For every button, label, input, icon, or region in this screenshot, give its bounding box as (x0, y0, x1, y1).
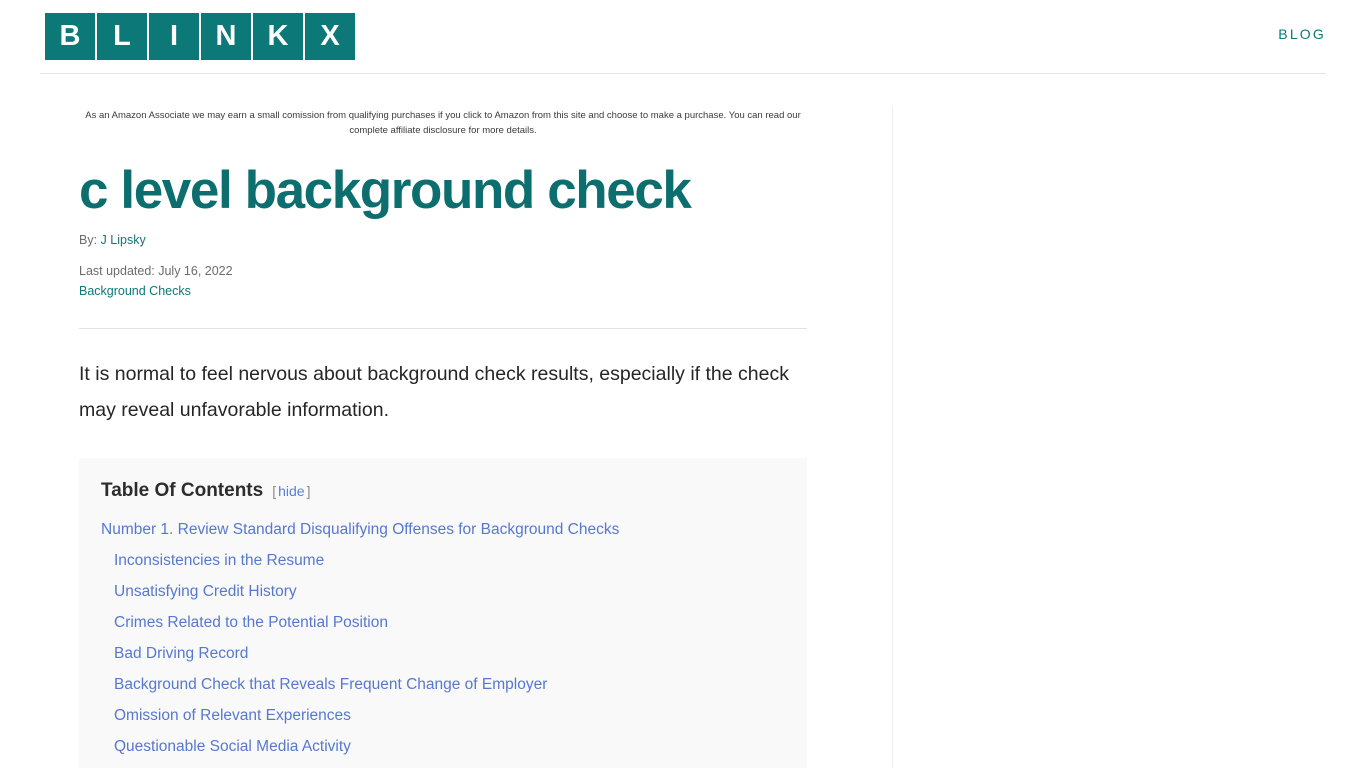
toc-link[interactable]: Background Check that Reveals Frequent C… (114, 676, 547, 693)
site-header: B L I N K X BLOG (0, 0, 1366, 75)
toc-link[interactable]: Bad Driving Record (114, 645, 248, 662)
list-item: Questionable Social Media Activity (101, 731, 785, 762)
nav-item-blog[interactable]: BLOG (1278, 26, 1326, 42)
affiliate-disclosure: As an Amazon Associate we may earn a sma… (85, 110, 801, 136)
toc-link[interactable]: Unsatisfying Credit History (114, 583, 297, 600)
list-item: Unsatisfying Credit History (101, 576, 785, 607)
header-inner: B L I N K X BLOG (40, 0, 1326, 74)
toc-link[interactable]: Crimes Related to the Potential Position (114, 614, 388, 631)
toc-toggle-wrapper: [hide] (272, 483, 310, 499)
list-item: Background Check that Reveals Frequent C… (101, 669, 785, 700)
table-of-contents: Table Of Contents [hide] Number 1. Revie… (79, 458, 807, 768)
category-link-background-checks[interactable]: Background Checks (79, 281, 191, 301)
toc-link[interactable]: Inconsistencies in the Resume (114, 552, 324, 569)
logo-tile-l: L (97, 13, 147, 60)
logo-tile-x: X (305, 13, 355, 60)
list-item: Negative Eligibility (101, 762, 785, 768)
toc-hide-link[interactable]: hide (278, 483, 304, 499)
intro-paragraph: It is normal to feel nervous about backg… (79, 363, 789, 421)
sidebar (892, 106, 1326, 768)
toc-bracket-open: [ (272, 483, 277, 500)
toc-link[interactable]: Number 1. Review Standard Disqualifying … (101, 521, 619, 538)
meta-divider (79, 328, 807, 330)
toc-link[interactable]: Omission of Relevant Experiences (114, 707, 351, 724)
toc-bracket-close: ] (306, 483, 311, 500)
list-item: Number 1. Review Standard Disqualifying … (101, 514, 785, 545)
main-content-column: As an Amazon Associate we may earn a sma… (40, 75, 892, 768)
list-item: Crimes Related to the Potential Position (101, 607, 785, 638)
logo-tile-b: B (45, 13, 95, 60)
author-link[interactable]: J Lipsky (101, 233, 146, 247)
logo-tile-i: I (149, 13, 199, 60)
list-item: Bad Driving Record (101, 638, 785, 669)
page-title: c level background check (79, 161, 692, 221)
site-logo-blinkx[interactable]: B L I N K X (45, 13, 355, 60)
main-navigation: BLOG (1278, 26, 1326, 44)
list-item: Inconsistencies in the Resume (101, 545, 785, 576)
byline-prefix: By: (79, 233, 98, 248)
toc-header: Table Of Contents [hide] (101, 480, 785, 502)
post-body: It is normal to feel nervous about backg… (79, 357, 807, 428)
logo-tile-k: K (253, 13, 303, 60)
toc-link[interactable]: Questionable Social Media Activity (114, 738, 351, 755)
last-updated-date: Last updated: July 16, 2022 (79, 264, 233, 279)
logo-tile-n: N (201, 13, 251, 60)
post-meta: Last updated: July 16, 2022 Background C… (79, 261, 892, 301)
byline: By: J Lipsky (79, 233, 892, 247)
toc-list: Number 1. Review Standard Disqualifying … (101, 514, 785, 768)
list-item: Omission of Relevant Experiences (101, 700, 785, 731)
toc-title: Table Of Contents (101, 480, 264, 502)
page-wrapper: As an Amazon Associate we may earn a sma… (40, 75, 1326, 768)
